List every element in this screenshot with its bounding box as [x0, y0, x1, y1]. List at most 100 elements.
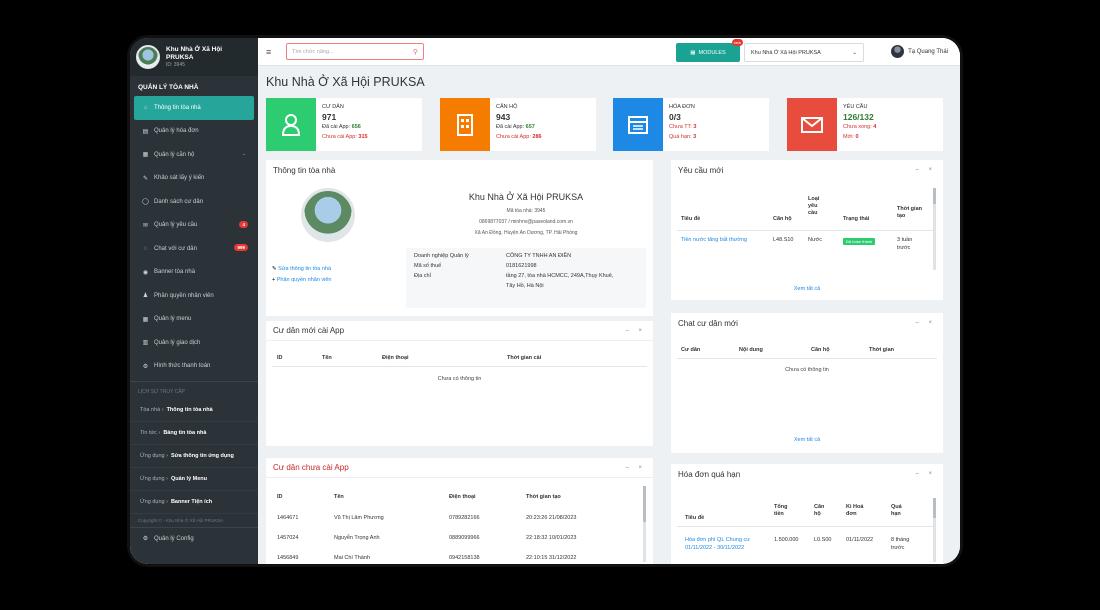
menu-grid-icon: ▦ — [142, 316, 149, 323]
panel-controls[interactable]: – × — [625, 465, 646, 471]
company-address-label: Địa chỉ — [414, 273, 431, 279]
recent-prefix: Ứng dụng — [140, 499, 165, 505]
table-cell: 3 tuần trước — [897, 237, 913, 251]
transaction-icon: ▥ — [142, 340, 149, 347]
stat-line1-value: 657 — [525, 124, 535, 130]
recent-item[interactable]: Ứng dụng › Quản lý Menu — [130, 468, 258, 491]
sidebar-item-chat[interactable]: ◌ Chat với cư dân 999 — [130, 237, 258, 261]
apartment-icon: ▦ — [142, 152, 149, 159]
sidebar-item-building-info[interactable]: ⌂ Thông tin tòa nhà — [134, 96, 254, 120]
table-cell: Mai Chí Thành — [334, 555, 370, 561]
brand[interactable]: Khu Nhà Ở Xã Hội PRUKSA ID: 3945 — [130, 38, 258, 76]
scrollbar[interactable] — [643, 486, 646, 562]
sidebar-item-residents[interactable]: ◯ Danh sách cư dân — [130, 190, 258, 214]
panel-controls[interactable]: – × — [915, 471, 936, 477]
column-header: Thời gian cài — [507, 355, 542, 361]
sidebar-item-label: Quản lý yêu cầu — [154, 222, 198, 229]
sidebar-item-invoices[interactable]: ▤ Quản lý hóa đơn — [130, 120, 258, 144]
requests-badge: 4 — [239, 220, 248, 228]
stat-title: CĂN HỘ — [496, 104, 518, 110]
stat-card-requests[interactable]: YÊU CẦU 126/132 Chưa xong: 4 Mới: 0 — [787, 98, 943, 151]
app-window: Khu Nhà Ở Xã Hội PRUKSA ID: 3945 QUẢN LÝ… — [130, 38, 960, 564]
sidebar-item-transactions[interactable]: ▥ Quản lý giao dịch — [130, 331, 258, 355]
column-header: Quá hạn — [891, 504, 902, 517]
panel-controls[interactable]: – × — [915, 167, 936, 173]
stat-line2-label: Chưa cài App: — [322, 134, 357, 140]
sidebar-item-config[interactable]: ⚙ Quản lý Config — [130, 527, 258, 549]
stat-value: 126/132 — [843, 112, 874, 122]
tax-value: 0181621998 — [506, 263, 537, 269]
brand-name-line1: Khu Nhà Ở Xã Hội — [166, 46, 223, 53]
brand-id: ID: 3945 — [166, 62, 185, 68]
avatar — [891, 45, 905, 58]
building-contact: 0869877037 / minhnv@paseoland.com.vn — [479, 219, 573, 225]
scrollbar[interactable] — [933, 188, 936, 270]
sidebar-item-permissions[interactable]: ♟ Phân quyền nhân viên — [130, 284, 258, 308]
stat-card-residents[interactable]: CƯ DÂN 971 Đã cài App: 656 Chưa cài App:… — [266, 98, 422, 151]
stat-line2-label: Mới: — [843, 134, 854, 140]
recent-item[interactable]: Tòa nhà › Thông tin tòa nhà — [130, 399, 258, 422]
building-select[interactable]: Khu Nhà Ở Xã Hội PRUKSA ⌄ — [744, 43, 864, 62]
hamburger-menu-icon[interactable]: ≡ — [266, 47, 280, 57]
column-header: Căn hộ — [773, 216, 792, 222]
empty-message: Chưa có thông tin — [437, 376, 482, 382]
table-cell: 0942158138 — [449, 555, 480, 561]
recent-item[interactable]: Tin tức › Bảng tin tòa nhà — [130, 422, 258, 445]
scrollbar[interactable] — [933, 498, 936, 562]
permission-icon: ♟ — [142, 293, 149, 300]
permissions-link[interactable]: + Phân quyền nhân viên — [272, 277, 332, 283]
sidebar-item-menu[interactable]: ▦ Quản lý menu — [130, 308, 258, 332]
banner-icon: ◉ — [142, 269, 149, 276]
column-header: Tiêu đề — [681, 216, 701, 222]
search-input[interactable]: Tìm chức năng... ⚲ — [286, 43, 424, 60]
modules-badge: new — [731, 39, 743, 46]
panel-title: Cư dân mới cài App — [273, 326, 345, 335]
chat-badge: 999 — [234, 244, 248, 251]
column-header: Thời gian — [869, 347, 894, 353]
sidebar-item-banner[interactable]: ◉ Banner tòa nhà — [130, 261, 258, 285]
sidebar-item-survey[interactable]: ✎ Khảo sát lấy ý kiến — [130, 167, 258, 191]
panel-title: Chat cư dân mới — [678, 318, 738, 328]
stat-line2-label: Chưa cài App: — [496, 134, 531, 140]
panel-controls[interactable]: – × — [915, 320, 936, 326]
column-header: Điện thoại — [382, 355, 409, 361]
table-cell: Nước — [808, 237, 823, 243]
edit-building-link[interactable]: ✎ Sửa thông tin tòa nhà — [272, 266, 331, 272]
new-chat-panel: Chat cư dân mới – × Cư dân Nội dung Căn h… — [671, 313, 943, 453]
recent-page: Sửa thông tin ứng dụng — [170, 453, 234, 459]
sidebar-item-label: Quản lý Config — [154, 535, 194, 542]
company-value: CÔNG TY TNHH AN ĐIỀN — [506, 253, 572, 259]
stat-card-invoices[interactable]: HÓA ĐƠN 0/3 Chưa TT: 3 Quá hạn: 3 — [613, 98, 769, 151]
plus-icon: + — [272, 277, 276, 283]
person-icon — [266, 98, 316, 151]
recent-prefix: Ứng dụng — [140, 476, 165, 482]
panel-controls[interactable]: – × — [625, 328, 646, 334]
column-header: Thời gian tạo — [897, 206, 922, 219]
company-address-line2: Tây Hồ, Hà Nội — [506, 283, 544, 289]
search-placeholder: Tìm chức năng... — [292, 48, 334, 55]
grid-icon: ▦ — [690, 49, 696, 56]
tax-label: Mã số thuế — [414, 263, 442, 269]
sidebar-item-payment[interactable]: ⚙ Hình thức thanh toán — [130, 355, 258, 379]
envelope-icon — [787, 98, 837, 151]
sidebar-item-apartments[interactable]: ▦ Quản lý căn hộ ⌄ — [130, 143, 258, 167]
see-all-link[interactable]: Xem tất cả — [671, 437, 943, 443]
modules-button[interactable]: ▦ MODULES new — [676, 39, 743, 62]
stat-card-apartments[interactable]: CĂN HỘ 943 Đã cài App: 657 Chưa cài App:… — [440, 98, 596, 151]
table-cell: 8 tháng trước — [891, 537, 910, 551]
invoice-title-link[interactable]: Hóa đơn phí QL Chung cư 01/11/2022 - 30/… — [685, 536, 765, 552]
stat-title: HÓA ĐƠN — [669, 104, 695, 110]
recent-item[interactable]: Ứng dụng › Sửa thông tin ứng dụng — [130, 445, 258, 468]
payment-icon: ⚙ — [142, 363, 149, 370]
request-title-link[interactable]: Tiền nước tăng bất thường — [681, 236, 751, 244]
sidebar-item-requests[interactable]: ✉ Quản lý yêu cầu 4 — [130, 214, 258, 238]
see-all-link[interactable]: Xem tất cả — [671, 286, 943, 292]
stat-line1-value: 3 — [693, 124, 697, 130]
company-address-line1: tầng 27, tòa nhà HCMCC, 249A,Thụy Khuê, — [506, 273, 614, 279]
user-menu[interactable]: Tạ Quang Thái — [891, 45, 948, 58]
survey-icon: ✎ — [142, 175, 149, 182]
stat-value: 0/3 — [669, 112, 681, 122]
building-address: Xã An Đồng, Huyện An Dương, TP. Hải Phòn… — [474, 230, 578, 236]
stat-line1-value: 656 — [351, 124, 361, 130]
recent-item[interactable]: Ứng dụng › Banner Tiện ích — [130, 491, 258, 514]
